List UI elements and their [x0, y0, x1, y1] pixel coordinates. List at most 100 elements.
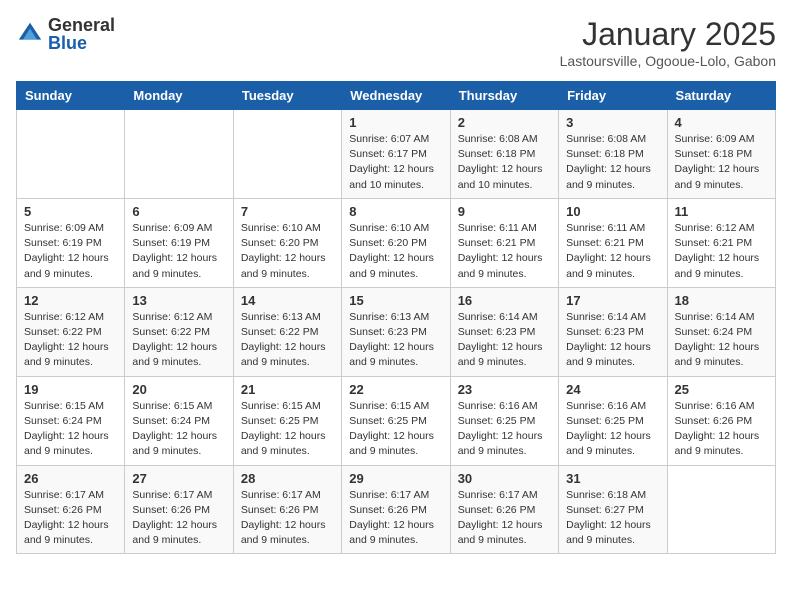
calendar-cell-2-0: 12 Sunrise: 6:12 AM Sunset: 6:22 PM Dayli… — [17, 287, 125, 376]
day-number: 9 — [458, 204, 551, 219]
header-sunday: Sunday — [17, 82, 125, 110]
calendar-cell-2-4: 16 Sunrise: 6:14 AM Sunset: 6:23 PM Dayli… — [450, 287, 558, 376]
day-info: Sunrise: 6:13 AM Sunset: 6:23 PM Dayligh… — [349, 310, 442, 371]
day-number: 21 — [241, 382, 334, 397]
day-number: 13 — [132, 293, 225, 308]
day-info: Sunrise: 6:12 AM Sunset: 6:22 PM Dayligh… — [24, 310, 117, 371]
calendar-cell-1-6: 11 Sunrise: 6:12 AM Sunset: 6:21 PM Dayli… — [667, 198, 775, 287]
day-info: Sunrise: 6:15 AM Sunset: 6:24 PM Dayligh… — [132, 399, 225, 460]
day-number: 31 — [566, 471, 659, 486]
day-number: 22 — [349, 382, 442, 397]
day-info: Sunrise: 6:10 AM Sunset: 6:20 PM Dayligh… — [349, 221, 442, 282]
calendar-cell-4-2: 28Sunrise: 6:17 AM Sunset: 6:26 PM Dayli… — [233, 465, 341, 554]
day-info: Sunrise: 6:09 AM Sunset: 6:18 PM Dayligh… — [675, 132, 768, 193]
logo-text-general: General — [48, 16, 115, 34]
day-number: 29 — [349, 471, 442, 486]
header-thursday: Thursday — [450, 82, 558, 110]
header-monday: Monday — [125, 82, 233, 110]
calendar-cell-4-6 — [667, 465, 775, 554]
day-number: 30 — [458, 471, 551, 486]
calendar-cell-2-3: 15 Sunrise: 6:13 AM Sunset: 6:23 PM Dayli… — [342, 287, 450, 376]
day-info: Sunrise: 6:14 AM Sunset: 6:24 PM Dayligh… — [675, 310, 768, 371]
day-info: Sunrise: 6:07 AM Sunset: 6:17 PM Dayligh… — [349, 132, 442, 193]
calendar-cell-3-1: 20 Sunrise: 6:15 AM Sunset: 6:24 PM Dayli… — [125, 376, 233, 465]
calendar-cell-2-2: 14Sunrise: 6:13 AM Sunset: 6:22 PM Dayli… — [233, 287, 341, 376]
day-info: Sunrise: 6:12 AM Sunset: 6:21 PM Dayligh… — [675, 221, 768, 282]
calendar-cell-3-6: 25Sunrise: 6:16 AM Sunset: 6:26 PM Dayli… — [667, 376, 775, 465]
day-number: 7 — [241, 204, 334, 219]
day-number: 25 — [675, 382, 768, 397]
calendar-cell-0-2 — [233, 110, 341, 199]
logo: General Blue — [16, 16, 115, 52]
day-info: Sunrise: 6:10 AM Sunset: 6:20 PM Dayligh… — [241, 221, 334, 282]
day-info: Sunrise: 6:11 AM Sunset: 6:21 PM Dayligh… — [458, 221, 551, 282]
day-number: 15 — [349, 293, 442, 308]
day-info: Sunrise: 6:16 AM Sunset: 6:25 PM Dayligh… — [566, 399, 659, 460]
location: Lastoursville, Ogooue-Lolo, Gabon — [560, 53, 776, 69]
day-number: 2 — [458, 115, 551, 130]
day-number: 19 — [24, 382, 117, 397]
logo-icon — [16, 20, 44, 48]
day-info: Sunrise: 6:13 AM Sunset: 6:22 PM Dayligh… — [241, 310, 334, 371]
calendar-cell-1-2: 7 Sunrise: 6:10 AM Sunset: 6:20 PM Daylig… — [233, 198, 341, 287]
day-number: 16 — [458, 293, 551, 308]
day-info: Sunrise: 6:16 AM Sunset: 6:25 PM Dayligh… — [458, 399, 551, 460]
calendar-cell-4-1: 27Sunrise: 6:17 AM Sunset: 6:26 PM Dayli… — [125, 465, 233, 554]
calendar-cell-0-1 — [125, 110, 233, 199]
calendar-cell-1-4: 9 Sunrise: 6:11 AM Sunset: 6:21 PM Daylig… — [450, 198, 558, 287]
calendar-cell-0-3: 1Sunrise: 6:07 AM Sunset: 6:17 PM Daylig… — [342, 110, 450, 199]
day-info: Sunrise: 6:17 AM Sunset: 6:26 PM Dayligh… — [132, 488, 225, 549]
calendar-cell-3-4: 23 Sunrise: 6:16 AM Sunset: 6:25 PM Dayli… — [450, 376, 558, 465]
day-number: 20 — [132, 382, 225, 397]
day-info: Sunrise: 6:12 AM Sunset: 6:22 PM Dayligh… — [132, 310, 225, 371]
calendar-cell-1-3: 8 Sunrise: 6:10 AM Sunset: 6:20 PM Daylig… — [342, 198, 450, 287]
calendar-cell-4-3: 29 Sunrise: 6:17 AM Sunset: 6:26 PM Dayli… — [342, 465, 450, 554]
day-info: Sunrise: 6:08 AM Sunset: 6:18 PM Dayligh… — [566, 132, 659, 193]
calendar-cell-1-5: 10 Sunrise: 6:11 AM Sunset: 6:21 PM Dayli… — [559, 198, 667, 287]
calendar-cell-4-4: 30 Sunrise: 6:17 AM Sunset: 6:26 PM Dayli… — [450, 465, 558, 554]
calendar-cell-3-3: 22Sunrise: 6:15 AM Sunset: 6:25 PM Dayli… — [342, 376, 450, 465]
day-number: 3 — [566, 115, 659, 130]
day-info: Sunrise: 6:14 AM Sunset: 6:23 PM Dayligh… — [458, 310, 551, 371]
header-friday: Friday — [559, 82, 667, 110]
day-number: 4 — [675, 115, 768, 130]
day-number: 5 — [24, 204, 117, 219]
day-info: Sunrise: 6:14 AM Sunset: 6:23 PM Dayligh… — [566, 310, 659, 371]
day-number: 24 — [566, 382, 659, 397]
day-info: Sunrise: 6:17 AM Sunset: 6:26 PM Dayligh… — [458, 488, 551, 549]
calendar-cell-3-2: 21Sunrise: 6:15 AM Sunset: 6:25 PM Dayli… — [233, 376, 341, 465]
day-number: 23 — [458, 382, 551, 397]
calendar-cell-0-5: 3 Sunrise: 6:08 AM Sunset: 6:18 PM Daylig… — [559, 110, 667, 199]
day-info: Sunrise: 6:15 AM Sunset: 6:24 PM Dayligh… — [24, 399, 117, 460]
calendar-cell-2-5: 17 Sunrise: 6:14 AM Sunset: 6:23 PM Dayli… — [559, 287, 667, 376]
day-number: 8 — [349, 204, 442, 219]
header-tuesday: Tuesday — [233, 82, 341, 110]
day-number: 12 — [24, 293, 117, 308]
day-number: 17 — [566, 293, 659, 308]
page-header: General Blue January 2025 Lastoursville,… — [16, 16, 776, 69]
day-info: Sunrise: 6:09 AM Sunset: 6:19 PM Dayligh… — [132, 221, 225, 282]
calendar-cell-1-1: 6 Sunrise: 6:09 AM Sunset: 6:19 PM Daylig… — [125, 198, 233, 287]
day-info: Sunrise: 6:17 AM Sunset: 6:26 PM Dayligh… — [349, 488, 442, 549]
logo-text-blue: Blue — [48, 34, 115, 52]
day-info: Sunrise: 6:08 AM Sunset: 6:18 PM Dayligh… — [458, 132, 551, 193]
day-info: Sunrise: 6:17 AM Sunset: 6:26 PM Dayligh… — [24, 488, 117, 549]
header-wednesday: Wednesday — [342, 82, 450, 110]
day-number: 26 — [24, 471, 117, 486]
day-number: 6 — [132, 204, 225, 219]
title-area: January 2025 Lastoursville, Ogooue-Lolo,… — [560, 16, 776, 69]
calendar-week-1: 5 Sunrise: 6:09 AM Sunset: 6:19 PM Daylig… — [17, 198, 776, 287]
calendar-week-3: 19 Sunrise: 6:15 AM Sunset: 6:24 PM Dayli… — [17, 376, 776, 465]
month-title: January 2025 — [560, 16, 776, 53]
day-info: Sunrise: 6:17 AM Sunset: 6:26 PM Dayligh… — [241, 488, 334, 549]
calendar-week-2: 12 Sunrise: 6:12 AM Sunset: 6:22 PM Dayli… — [17, 287, 776, 376]
calendar-table: SundayMondayTuesdayWednesdayThursdayFrid… — [16, 81, 776, 554]
day-number: 11 — [675, 204, 768, 219]
calendar-cell-0-4: 2 Sunrise: 6:08 AM Sunset: 6:18 PM Daylig… — [450, 110, 558, 199]
calendar-cell-4-5: 31Sunrise: 6:18 AM Sunset: 6:27 PM Dayli… — [559, 465, 667, 554]
calendar-cell-1-0: 5Sunrise: 6:09 AM Sunset: 6:19 PM Daylig… — [17, 198, 125, 287]
day-info: Sunrise: 6:11 AM Sunset: 6:21 PM Dayligh… — [566, 221, 659, 282]
calendar-cell-3-5: 24 Sunrise: 6:16 AM Sunset: 6:25 PM Dayli… — [559, 376, 667, 465]
calendar-cell-2-1: 13 Sunrise: 6:12 AM Sunset: 6:22 PM Dayli… — [125, 287, 233, 376]
day-number: 10 — [566, 204, 659, 219]
